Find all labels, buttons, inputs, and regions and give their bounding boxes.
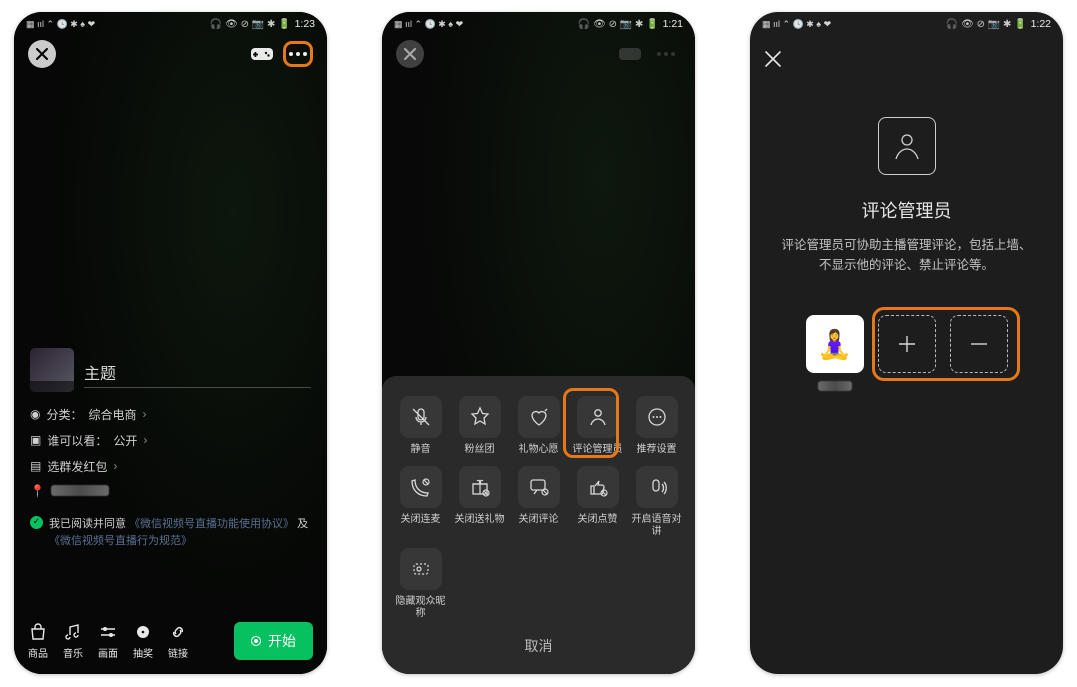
category-row[interactable]: ◉ 分类： 综合电商 › — [30, 406, 311, 423]
more-button[interactable] — [283, 41, 313, 67]
chevron-right-icon: › — [143, 407, 147, 421]
gamepad-icon[interactable] — [251, 46, 273, 62]
phone-screen-3: ▦ ııl ⌃ 🕓 ✱ ♠ ❤ 🎧 👁 ⊘ 📷 ✱ 🔋 1:22 评论管理员 评… — [750, 12, 1063, 674]
more-icon — [289, 52, 307, 56]
sheet-giftwish[interactable]: 礼物心愿 — [510, 394, 567, 458]
sheet-comment-admin[interactable]: 评论管理员 — [569, 394, 626, 458]
sheet-close-gift[interactable]: 关闭送礼物 — [451, 464, 508, 540]
link-icon — [169, 623, 187, 642]
gamepad-icon — [619, 46, 641, 62]
agreement-link-2[interactable]: 《微信视频号直播行为规范》 — [49, 535, 192, 547]
sheet-voice-intercom[interactable]: 开启语音对讲 — [628, 464, 685, 540]
avatar-image: 🧘‍♀️ — [817, 328, 852, 361]
sheet-close-comment[interactable]: 关闭评论 — [510, 464, 567, 540]
bottom-tool-row: 商品 音乐 画面 抽奖 链接 — [28, 623, 188, 660]
heart-icon — [518, 396, 560, 438]
status-left-icons: ▦ ııl ⌃ 🕓 ✱ ♠ ❤ — [394, 19, 463, 30]
redpacket-icon: ▤ — [30, 459, 41, 473]
status-left-icons: ▦ ııl ⌃ 🕓 ✱ ♠ ❤ — [762, 19, 831, 30]
agree-checkbox[interactable]: ✓ — [30, 516, 43, 529]
sheet-close-like[interactable]: 关闭点赞 — [569, 464, 626, 540]
sheet-hide-nickname[interactable]: 隐藏观众昵称 — [392, 546, 449, 622]
location-row[interactable]: 📍 — [30, 484, 311, 498]
page-description: 评论管理员可协助主播管理评论，包括上墙、 不显示他的评论、禁止评论等。 — [755, 235, 1057, 275]
plus-icon — [896, 333, 918, 355]
close-icon — [404, 48, 416, 60]
close-button[interactable] — [28, 40, 56, 68]
page-title: 评论管理员 — [862, 197, 952, 223]
sheet-close-call[interactable]: 关闭连麦 — [392, 464, 449, 540]
category-value: 综合电商 — [89, 406, 137, 423]
sheet-mute[interactable]: 静音 — [392, 394, 449, 458]
start-button[interactable]: 开始 — [234, 622, 313, 660]
close-icon — [764, 50, 782, 68]
redpacket-label: 选群发红包 — [47, 458, 107, 475]
phone-screen-1: ▦ ııl ⌃ 🕓 ✱ ♠ ❤ 🎧 👁 ⊘ 📷 ✱ 🔋 1:23 主题 ◉ 分类… — [14, 12, 327, 674]
close-button[interactable] — [764, 50, 782, 68]
status-time: 1:21 — [663, 18, 683, 30]
more-button — [651, 41, 681, 67]
remove-admin-button[interactable] — [950, 315, 1008, 373]
sliders-icon — [99, 623, 117, 642]
admin-name-blurred — [818, 381, 852, 391]
mute-icon — [400, 396, 442, 438]
status-bar: ▦ ııl ⌃ 🕓 ✱ ♠ ❤ 🎧 👁 ⊘ 📷 ✱ 🔋 1:21 — [382, 12, 695, 32]
status-right-icons: 🎧 👁 ⊘ 📷 ✱ 🔋 — [946, 19, 1027, 30]
chevron-right-icon: › — [143, 433, 147, 447]
tool-music[interactable]: 音乐 — [63, 623, 83, 660]
visibility-value: 公开 — [113, 432, 137, 449]
tool-goods[interactable]: 商品 — [28, 623, 48, 660]
action-sheet: 静音 粉丝团 礼物心愿 评论管理员 推荐设置 关闭连麦 — [382, 376, 695, 674]
redpacket-row[interactable]: ▤ 选群发红包 › — [30, 458, 311, 475]
hide-name-icon — [400, 548, 442, 590]
agreement-link-1[interactable]: 《微信视频号直播功能使用协议》 — [129, 518, 294, 530]
bag-icon — [29, 623, 47, 642]
minus-icon — [968, 333, 990, 355]
music-icon — [64, 623, 82, 642]
intercom-icon — [636, 466, 678, 508]
tool-video[interactable]: 画面 — [98, 623, 118, 660]
admin-slot-filled[interactable]: 🧘‍♀️ — [806, 315, 864, 373]
visibility-label: 谁可以看： — [47, 432, 107, 449]
status-time: 1:23 — [295, 18, 315, 30]
tool-lottery[interactable]: 抽奖 — [133, 623, 153, 660]
phone-screen-2: ▦ ııl ⌃ 🕓 ✱ ♠ ❤ 🎧 👁 ⊘ 📷 ✱ 🔋 1:21 静音 — [382, 12, 695, 674]
category-label: 分类： — [46, 406, 82, 423]
close-button[interactable] — [396, 40, 424, 68]
like-off-icon — [577, 466, 619, 508]
record-icon — [251, 636, 261, 646]
add-admin-button[interactable] — [878, 315, 936, 373]
person-outline-icon — [878, 117, 936, 175]
agree-text: 我已阅读并同意 《微信视频号直播功能使用协议》 及 《微信视频号直播行为规范》 — [49, 516, 308, 550]
bullet-icon: ◉ — [30, 407, 40, 421]
location-icon: 📍 — [30, 484, 45, 498]
status-left-icons: ▦ ııl ⌃ 🕓 ✱ ♠ ❤ — [26, 19, 95, 30]
cover-thumbnail[interactable] — [30, 348, 74, 392]
people-icon: ▣ — [30, 433, 41, 447]
sheet-fanclub[interactable]: 粉丝团 — [451, 394, 508, 458]
more-icon — [657, 52, 675, 56]
dice-icon — [134, 623, 152, 642]
status-bar: ▦ ııl ⌃ 🕓 ✱ ♠ ❤ 🎧 👁 ⊘ 📷 ✱ 🔋 1:23 — [14, 12, 327, 32]
cancel-button[interactable]: 取消 — [392, 622, 685, 664]
phone-off-icon — [400, 466, 442, 508]
comment-off-icon — [518, 466, 560, 508]
status-right-icons: 🎧 👁 ⊘ 📷 ✱ 🔋 — [578, 19, 659, 30]
star-icon — [459, 396, 501, 438]
status-right-icons: 🎧 👁 ⊘ 📷 ✱ 🔋 — [210, 19, 291, 30]
status-bar: ▦ ııl ⌃ 🕓 ✱ ♠ ❤ 🎧 👁 ⊘ 📷 ✱ 🔋 1:22 — [750, 12, 1063, 32]
tool-link[interactable]: 链接 — [168, 623, 188, 660]
person-icon — [577, 396, 619, 438]
gift-off-icon — [459, 466, 501, 508]
sheet-recommend[interactable]: 推荐设置 — [628, 394, 685, 458]
close-icon — [36, 48, 48, 60]
title-input[interactable]: 主题 — [84, 360, 311, 388]
chevron-right-icon: › — [113, 459, 117, 473]
status-time: 1:22 — [1031, 18, 1051, 30]
visibility-row[interactable]: ▣ 谁可以看： 公开 › — [30, 432, 311, 449]
location-value-blurred — [51, 485, 109, 496]
more-circle-icon — [636, 396, 678, 438]
